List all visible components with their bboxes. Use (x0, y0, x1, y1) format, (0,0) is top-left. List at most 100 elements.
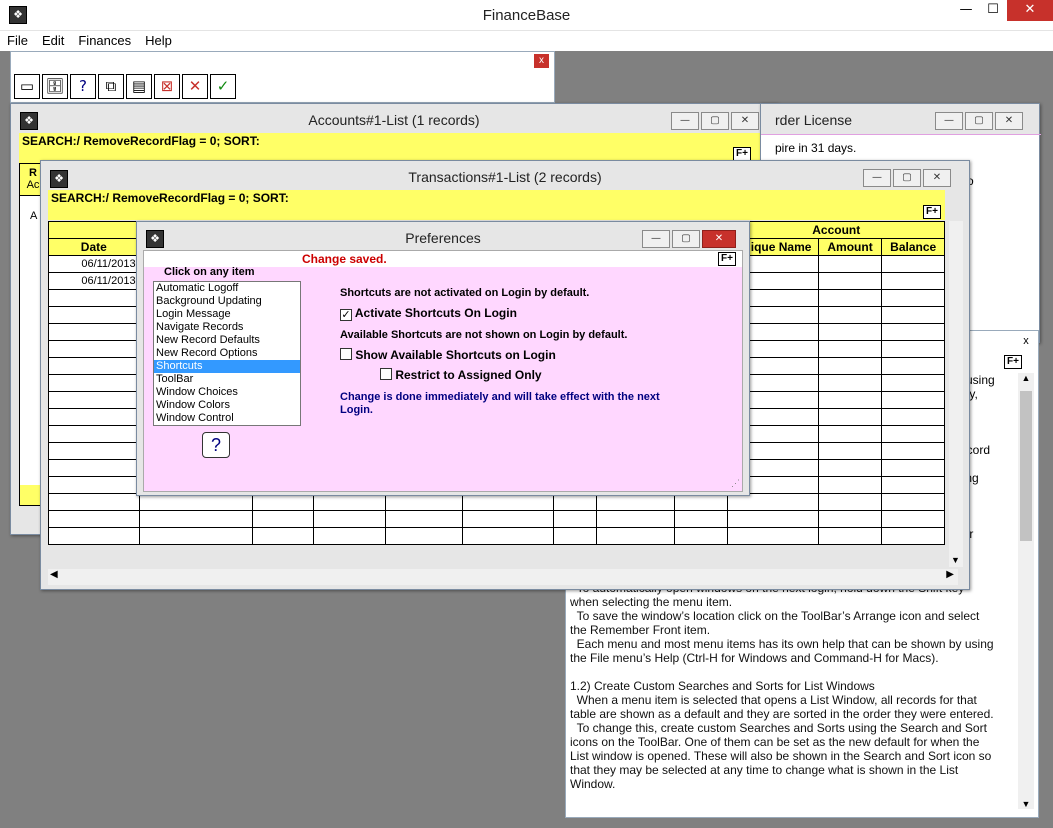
database-icon[interactable]: 🗄 (42, 74, 68, 99)
prefs-list-item[interactable]: Shortcuts (154, 360, 300, 373)
table-cell[interactable] (881, 493, 945, 511)
table-cell[interactable] (48, 391, 140, 409)
table-cell[interactable] (881, 272, 945, 290)
license-close-button[interactable]: ✕ (995, 112, 1023, 130)
table-cell[interactable] (595, 527, 675, 545)
table-cell[interactable] (817, 391, 883, 409)
table-cell[interactable] (727, 510, 819, 528)
table-cell[interactable] (48, 459, 140, 477)
minimize-button[interactable]: — (953, 0, 979, 21)
remove-flag-icon[interactable]: ⊠ (154, 74, 180, 99)
table-cell[interactable] (881, 255, 945, 273)
table-cell[interactable] (881, 527, 945, 545)
table-cell[interactable] (881, 425, 945, 443)
table-row[interactable] (48, 527, 945, 545)
table-cell[interactable] (881, 476, 945, 494)
table-cell[interactable] (384, 527, 464, 545)
table-cell[interactable] (251, 527, 315, 545)
transactions-fplus-button[interactable]: F+ (923, 205, 941, 219)
table-cell[interactable] (251, 493, 315, 511)
table-cell[interactable] (881, 459, 945, 477)
help-fplus-button[interactable]: F+ (1004, 355, 1022, 369)
cell-date[interactable]: 06/11/2013 (48, 255, 140, 273)
table-cell[interactable] (727, 527, 819, 545)
table-cell[interactable] (384, 510, 464, 528)
transactions-titlebar[interactable]: ❖ Transactions#1-List (2 records) — ▢ ✕ (41, 161, 969, 191)
table-cell[interactable] (313, 493, 386, 511)
preferences-window[interactable]: ❖ Preferences — ▢ ✕ Change saved. F+ Click… (136, 221, 750, 496)
prefs-maximize-button[interactable]: ▢ (672, 230, 700, 248)
table-cell[interactable] (313, 527, 386, 545)
arrange-icon[interactable]: ⧉ (98, 74, 124, 99)
prefs-opt-show[interactable]: Show Available Shortcuts on Login (340, 348, 556, 362)
transactions-vscrollbar[interactable]: ▼ (949, 221, 963, 567)
table-cell[interactable] (881, 306, 945, 324)
show-shortcuts-checkbox[interactable] (340, 348, 352, 360)
table-cell[interactable] (48, 357, 140, 375)
accounts-titlebar[interactable]: ❖ Accounts#1-List (1 records) — ▢ ✕ (11, 104, 777, 134)
table-cell[interactable] (48, 527, 140, 545)
help-scrollbar[interactable]: ▲ ▼ (1018, 373, 1034, 809)
table-cell[interactable] (881, 289, 945, 307)
menu-edit[interactable]: Edit (35, 31, 71, 49)
help-close-button[interactable]: x (1018, 335, 1034, 349)
prefs-close-button[interactable]: ✕ (702, 230, 736, 248)
table-cell[interactable] (462, 510, 554, 528)
transactions-maximize-button[interactable]: ▢ (893, 169, 921, 187)
table-cell[interactable] (817, 510, 883, 528)
toolbar-close-button[interactable]: x (534, 54, 549, 68)
table-cell[interactable] (313, 510, 386, 528)
accounts-minimize-button[interactable]: — (671, 112, 699, 130)
table-cell[interactable] (48, 510, 140, 528)
license-minimize-button[interactable]: — (935, 112, 963, 130)
prefs-list-item[interactable]: Window Colors (154, 399, 300, 412)
prefs-opt-activate[interactable]: ✓ Activate Shortcuts On Login (340, 306, 517, 321)
table-cell[interactable] (881, 408, 945, 426)
help-scroll-down[interactable]: ▼ (1018, 799, 1034, 809)
table-cell[interactable] (48, 374, 140, 392)
table-cell[interactable] (817, 425, 883, 443)
table-cell[interactable] (817, 340, 883, 358)
table-cell[interactable] (817, 272, 883, 290)
accounts-fplus-button[interactable]: F+ (733, 147, 751, 161)
table-cell[interactable] (727, 493, 819, 511)
prefs-list-item[interactable]: Window Control (154, 412, 300, 425)
table-cell[interactable] (48, 476, 140, 494)
transactions-close-button[interactable]: ✕ (923, 169, 951, 187)
table-cell[interactable] (817, 408, 883, 426)
cancel-icon[interactable]: ✕ (182, 74, 208, 99)
help-icon[interactable]: ? (70, 74, 96, 99)
maximize-button[interactable]: ☐ (980, 0, 1006, 21)
prefs-list-item[interactable]: New Record Options (154, 347, 300, 360)
table-cell[interactable] (138, 493, 253, 511)
table-cell[interactable] (817, 476, 883, 494)
table-cell[interactable] (881, 357, 945, 375)
hscroll-right[interactable]: ▶ (946, 569, 954, 580)
prefs-list-item[interactable]: Login Message (154, 308, 300, 321)
table-cell[interactable] (138, 510, 253, 528)
table-cell[interactable] (817, 374, 883, 392)
table-cell[interactable] (817, 459, 883, 477)
table-cell[interactable] (251, 510, 315, 528)
prefs-list-item[interactable]: Navigate Records (154, 321, 300, 334)
table-cell[interactable] (48, 340, 140, 358)
help-scroll-thumb[interactable] (1020, 391, 1032, 541)
table-cell[interactable] (881, 340, 945, 358)
table-cell[interactable] (817, 289, 883, 307)
vscroll-down[interactable]: ▼ (951, 555, 960, 565)
table-cell[interactable] (138, 527, 253, 545)
prefs-list-item[interactable]: ToolBar (154, 373, 300, 386)
table-cell[interactable] (552, 493, 597, 511)
table-cell[interactable] (552, 510, 597, 528)
prefs-list-item[interactable]: Automatic Logoff (154, 282, 300, 295)
window-icon[interactable]: ▭ (14, 74, 40, 99)
table-cell[interactable] (48, 408, 140, 426)
license-titlebar[interactable]: rder License — ▢ ✕ (761, 104, 1039, 134)
transactions-hscrollbar[interactable]: ◀ ▶ (48, 569, 958, 585)
table-cell[interactable] (817, 493, 883, 511)
accept-icon[interactable]: ✓ (210, 74, 236, 99)
table-cell[interactable] (48, 289, 140, 307)
table-cell[interactable] (881, 510, 945, 528)
table-cell[interactable] (817, 527, 883, 545)
accounts-close-button[interactable]: ✕ (731, 112, 759, 130)
